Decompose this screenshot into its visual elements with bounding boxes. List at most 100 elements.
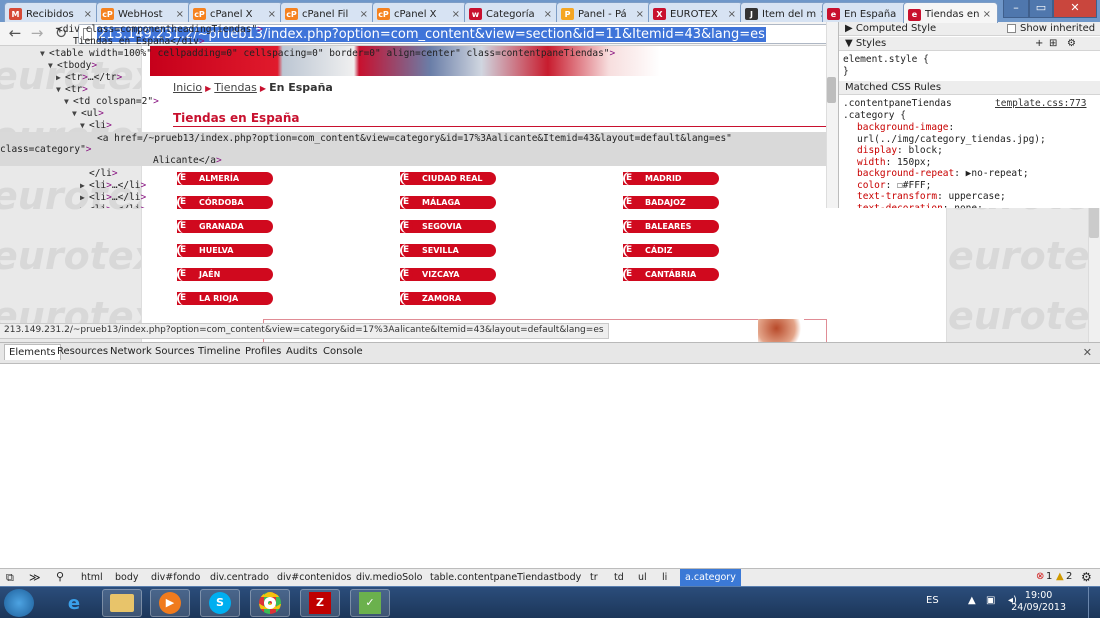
filezilla-icon[interactable]: Z bbox=[300, 589, 340, 617]
dom-node[interactable]: Tiendas en España</div> bbox=[0, 36, 826, 48]
dom-tree[interactable]: <div class=componentheadingTiendas"> Tien… bbox=[0, 22, 826, 208]
error-count[interactable]: 1 bbox=[1046, 571, 1052, 582]
browser-tab[interactable]: P Panel - Pá × bbox=[556, 2, 651, 22]
css-declaration[interactable]: display: block; bbox=[857, 145, 943, 156]
dom-expand-arrow-icon[interactable]: ▼ bbox=[48, 60, 57, 72]
skype-icon[interactable]: S bbox=[200, 589, 240, 617]
tab-close-icon[interactable]: × bbox=[636, 9, 644, 20]
media-player-icon[interactable]: ▶ bbox=[150, 589, 190, 617]
dom-node[interactable]: ▶<li>…</li> bbox=[0, 192, 826, 204]
network-icon[interactable]: ▣ bbox=[986, 595, 995, 606]
dom-node[interactable]: ▼ <tr> bbox=[0, 84, 826, 96]
dom-expand-arrow-icon[interactable]: ▶ bbox=[80, 180, 89, 192]
browser-tab[interactable]: M Recibidos × bbox=[4, 2, 99, 22]
close-devtools-icon[interactable]: ✕ bbox=[1083, 346, 1092, 359]
dom-node[interactable]: ▼ <td colspan=2"> bbox=[0, 96, 826, 108]
css-selector[interactable]: .contentpaneTiendas bbox=[843, 98, 952, 109]
tab-timeline[interactable]: Timeline bbox=[198, 346, 241, 357]
dom-expand-arrow-icon[interactable]: ▶ bbox=[56, 72, 65, 84]
dom-expand-arrow-icon[interactable]: ▼ bbox=[72, 108, 81, 120]
search-icon[interactable]: ⚲ bbox=[56, 570, 64, 583]
element-state-icon[interactable]: ⊞ bbox=[1049, 37, 1057, 50]
css-declaration[interactable]: width: 150px; bbox=[857, 157, 931, 168]
dom-expand-arrow-icon[interactable]: ▼ bbox=[40, 48, 49, 60]
dom-node-selected[interactable]: <a href=/~prueb13/index.php?option=com_c… bbox=[0, 132, 826, 166]
dom-expand-arrow-icon[interactable]: ▶ bbox=[80, 192, 89, 204]
tab-close-icon[interactable]: × bbox=[544, 9, 552, 20]
start-button[interactable] bbox=[4, 589, 34, 617]
tab-elements[interactable]: Elements bbox=[4, 344, 61, 360]
browser-tab[interactable]: cP cPanel X × bbox=[372, 2, 467, 22]
show-inherited-checkbox[interactable] bbox=[1007, 24, 1016, 33]
dom-node[interactable]: <div class=componentheadingTiendas"> bbox=[0, 24, 826, 36]
tray-arrow-icon[interactable]: ▲ bbox=[968, 595, 976, 606]
new-rule-icon[interactable]: + bbox=[1035, 37, 1043, 50]
dom-tree-scrollbar-thumb[interactable] bbox=[827, 77, 836, 103]
browser-tab[interactable]: X EUROTEX × bbox=[648, 2, 743, 22]
tab-sources[interactable]: Sources bbox=[155, 346, 195, 357]
dom-expand-arrow-icon[interactable]: ▶ bbox=[80, 204, 89, 208]
tab-close-icon[interactable]: × bbox=[728, 9, 736, 20]
clock[interactable]: 19:00 24/09/2013 bbox=[1011, 590, 1066, 614]
browser-tab[interactable]: cP WebHost × bbox=[96, 2, 191, 22]
tab-close-icon[interactable]: × bbox=[268, 9, 276, 20]
maximize-button[interactable]: ▭ bbox=[1029, 0, 1053, 18]
styles-header[interactable]: ▼ Styles + ⊞ ⚙ bbox=[839, 37, 1100, 51]
category-link[interactable]: e Huelva bbox=[177, 244, 273, 257]
dom-node[interactable]: ▶ <tr>…</tr> bbox=[0, 72, 826, 84]
devtools-settings-icon[interactable]: ⚙ bbox=[1081, 570, 1092, 584]
dom-node[interactable]: </li> bbox=[0, 168, 826, 180]
css-source-link[interactable]: template.css:773 bbox=[995, 98, 1087, 109]
dom-tree-scrollbar[interactable] bbox=[826, 22, 838, 208]
category-link[interactable]: e Cantábria bbox=[623, 268, 719, 281]
browser-tab[interactable]: w Categoría × bbox=[464, 2, 559, 22]
console-drawer-icon[interactable]: ≫ bbox=[29, 571, 41, 584]
tab-profiles[interactable]: Profiles bbox=[245, 346, 281, 357]
css-declaration[interactable]: background-image: bbox=[857, 122, 954, 133]
crumb-item[interactable]: ul bbox=[638, 572, 647, 583]
crumb-item[interactable]: a.category bbox=[680, 569, 741, 586]
category-link[interactable]: e Cádiz bbox=[623, 244, 719, 257]
minimize-button[interactable]: – bbox=[1003, 0, 1029, 18]
language-indicator[interactable]: ES bbox=[926, 595, 939, 606]
browser-tab[interactable]: cP cPanel Fil × bbox=[280, 2, 375, 22]
browser-tab[interactable]: JÍtem del m× bbox=[740, 2, 835, 22]
category-link[interactable]: e Baleares bbox=[623, 220, 719, 233]
crumb-item[interactable]: tr bbox=[590, 572, 598, 583]
dom-node[interactable]: ▼ <ul> bbox=[0, 108, 826, 120]
category-link[interactable]: e Sevilla bbox=[400, 244, 496, 257]
crumb-item[interactable]: div.medioSolo bbox=[356, 572, 422, 583]
close-window-button[interactable]: ✕ bbox=[1053, 0, 1097, 18]
ie-icon[interactable]: e bbox=[54, 589, 94, 617]
crumb-item[interactable]: div#fondo bbox=[151, 572, 200, 583]
crumb-item[interactable]: div.centrado bbox=[210, 572, 269, 583]
chrome-icon[interactable] bbox=[250, 589, 290, 617]
dom-expand-arrow-icon[interactable]: ▼ bbox=[64, 96, 73, 108]
css-declaration[interactable]: text-transform: uppercase; bbox=[857, 191, 1006, 202]
styles-settings-icon[interactable]: ⚙ bbox=[1067, 37, 1076, 50]
css-declaration[interactable]: background-repeat: ▶no-repeat; bbox=[857, 168, 1029, 179]
crumb-item[interactable]: body bbox=[115, 572, 139, 583]
css-selector[interactable]: .category { bbox=[843, 110, 906, 121]
tab-network[interactable]: Network bbox=[110, 346, 152, 357]
tab-close-icon[interactable]: × bbox=[176, 9, 184, 20]
dom-node[interactable]: ▶<li>…</li> bbox=[0, 204, 826, 208]
browser-tab[interactable]: cP cPanel X × bbox=[188, 2, 283, 22]
app-icon[interactable]: ✓ bbox=[350, 589, 390, 617]
dom-expand-arrow-icon[interactable]: ▼ bbox=[56, 84, 65, 96]
tab-audits[interactable]: Audits bbox=[286, 346, 317, 357]
category-link[interactable]: e La Rioja bbox=[177, 292, 273, 305]
dom-node[interactable]: ▼ <li> bbox=[0, 120, 826, 132]
css-declaration[interactable]: color: ☐#FFF; bbox=[857, 180, 931, 191]
dom-node[interactable]: ▶<li>…</li> bbox=[0, 180, 826, 192]
category-link[interactable]: e Segovia bbox=[400, 220, 496, 233]
crumb-item[interactable]: tbody bbox=[554, 572, 581, 583]
warning-count[interactable]: 2 bbox=[1066, 571, 1072, 582]
crumb-item[interactable]: div#contenidos bbox=[277, 572, 351, 583]
tab-close-icon[interactable]: × bbox=[84, 9, 92, 20]
category-link[interactable]: e Zamora bbox=[400, 292, 496, 305]
crumb-item[interactable]: table.contentpaneTiendas bbox=[430, 572, 554, 583]
dom-node[interactable]: ▼ <table width=100%" cellpadding=0" cells… bbox=[0, 48, 826, 60]
computed-style-header[interactable]: ▶ Computed Style Show inherited bbox=[839, 22, 1100, 36]
explorer-icon[interactable] bbox=[102, 589, 142, 617]
